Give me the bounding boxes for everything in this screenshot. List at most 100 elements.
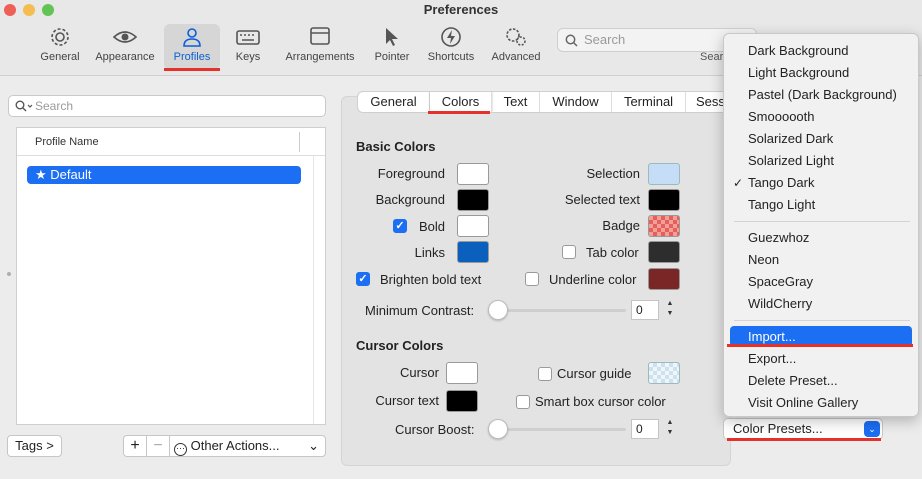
links-color-well[interactable] (457, 241, 489, 263)
other-actions-label: Other Actions... (190, 438, 280, 453)
smart-box-checkbox[interactable] (516, 395, 530, 409)
tab-terminal[interactable]: Terminal (612, 92, 686, 112)
bold-color-well[interactable] (457, 215, 489, 237)
toolbar-pointer[interactable]: Pointer (368, 24, 416, 70)
cursor-boost-stepper[interactable]: ▲ ▼ (664, 418, 676, 440)
gears-icon (506, 28, 526, 46)
menu-item[interactable]: Guezwhoz (748, 228, 809, 248)
gear-icon (51, 28, 69, 46)
minimum-contrast-slider[interactable] (490, 309, 626, 312)
search-icon (565, 34, 578, 47)
eye-icon (112, 31, 138, 43)
tab-color-checkbox[interactable] (562, 245, 576, 259)
menu-item-visit-gallery[interactable]: Visit Online Gallery (748, 393, 858, 413)
menu-item-checked[interactable]: Tango Dark (748, 173, 814, 193)
minimum-contrast-knob[interactable] (488, 300, 508, 320)
underline-color-checkbox[interactable] (525, 272, 539, 286)
toolbar-general[interactable]: General (36, 24, 84, 70)
underline-color-well[interactable] (648, 268, 680, 290)
search-placeholder: Search (584, 32, 626, 47)
cursor-guide-checkbox[interactable] (538, 367, 552, 381)
column-header-profile-name[interactable]: Profile Name (17, 128, 325, 156)
tab-text[interactable]: Text (492, 92, 540, 112)
toolbar-shortcuts[interactable]: Shortcuts (422, 24, 480, 70)
selected-text-color-well[interactable] (648, 189, 680, 211)
menu-item[interactable]: Neon (748, 250, 779, 270)
profile-row-default[interactable]: ★ Default (27, 166, 301, 184)
tab-general[interactable]: General (358, 92, 430, 112)
bolt-icon (441, 27, 461, 47)
toolbar-label: General (40, 51, 80, 63)
cursor-color-well[interactable] (446, 362, 478, 384)
person-icon (183, 28, 201, 47)
search-icon (15, 100, 33, 112)
tags-button[interactable]: Tags > (7, 435, 62, 457)
cursor-guide-label: Cursor guide (557, 366, 632, 381)
toolbar-keys[interactable]: Keys (226, 24, 270, 70)
cursor-boost-slider[interactable] (490, 428, 626, 431)
menu-item[interactable]: Solarized Light (748, 151, 834, 171)
menu-item-delete-preset[interactable]: Delete Preset... (748, 371, 838, 391)
menu-item[interactable]: Light Background (748, 63, 849, 83)
add-profile-button[interactable]: + (123, 435, 147, 457)
menu-item[interactable]: Pastel (Dark Background) (748, 85, 897, 105)
window-icon (310, 27, 330, 45)
remove-profile-button[interactable]: − (146, 435, 170, 457)
menu-item[interactable]: Tango Light (748, 195, 815, 215)
search-placeholder: Search (35, 99, 74, 113)
brighten-bold-checkbox[interactable]: ✓ (356, 272, 370, 286)
chevron-down-icon: ⌄ (308, 438, 319, 453)
cursor-boost-knob[interactable] (488, 419, 508, 439)
search-sublabel: Sear (700, 51, 724, 63)
tab-window[interactable]: Window (540, 92, 612, 112)
splitter-handle[interactable] (7, 272, 11, 276)
cursor-boost-label: Cursor Boost: (395, 422, 475, 437)
basic-colors-heading: Basic Colors (356, 139, 436, 154)
annotation-underline (727, 344, 913, 347)
tab-colors[interactable]: Colors (430, 92, 492, 112)
toolbar-label: Pointer (374, 51, 410, 63)
ellipsis-circle-icon: ··· (174, 443, 187, 456)
tab-color-well[interactable] (648, 241, 680, 263)
selected-text-label: Selected text (564, 192, 640, 207)
bold-label: Bold (419, 219, 446, 234)
cursor-text-color-well[interactable] (446, 390, 478, 412)
toolbar-profiles[interactable]: Profiles (164, 24, 220, 70)
cursor-boost-value[interactable]: 0 (631, 419, 659, 439)
toolbar-label: Advanced (491, 51, 541, 63)
menu-separator (734, 221, 910, 222)
menu-item[interactable]: WildCherry (748, 294, 812, 314)
annotation-underline (164, 68, 220, 71)
other-actions-menu[interactable]: ··· Other Actions... ⌄ (169, 435, 326, 457)
minimum-contrast-value[interactable]: 0 (631, 300, 659, 320)
bold-checkbox[interactable]: ✓ (393, 219, 407, 233)
tab-color-label: Tab color (586, 245, 639, 260)
pointer-icon (386, 28, 398, 46)
toolbar-appearance[interactable]: Appearance (90, 24, 160, 70)
selection-color-well[interactable] (648, 163, 680, 185)
profile-tabs: General Colors Text Window Terminal Sess (357, 91, 737, 113)
minimum-contrast-stepper[interactable]: ▲ ▼ (664, 299, 676, 321)
minimum-contrast-label: Minimum Contrast: (365, 303, 475, 318)
checkmark-icon: ✓ (733, 176, 744, 190)
menu-item[interactable]: Solarized Dark (748, 129, 833, 149)
profile-name: Default (50, 167, 92, 182)
column-divider (299, 132, 300, 152)
cursor-guide-color-well[interactable] (648, 362, 680, 384)
menu-item[interactable]: Smoooooth (748, 107, 815, 127)
menu-item-export[interactable]: Export... (748, 349, 796, 369)
menu-item[interactable]: SpaceGray (748, 272, 813, 292)
background-color-well[interactable] (457, 189, 489, 211)
profile-search-input[interactable]: Search (8, 95, 326, 117)
menu-item[interactable]: Dark Background (748, 41, 848, 61)
color-presets-label: Color Presets... (733, 421, 823, 436)
profile-list: Profile Name ★ Default (16, 127, 326, 425)
toolbar-arrangements[interactable]: Arrangements (280, 24, 360, 70)
foreground-color-well[interactable] (457, 163, 489, 185)
underline-color-label: Underline color (549, 272, 637, 287)
color-presets-button[interactable]: Color Presets... ⌄ (723, 418, 883, 440)
annotation-underline (428, 111, 490, 114)
badge-color-well[interactable] (648, 215, 680, 237)
window-title: Preferences (423, 2, 499, 17)
toolbar-advanced[interactable]: Advanced (486, 24, 546, 70)
